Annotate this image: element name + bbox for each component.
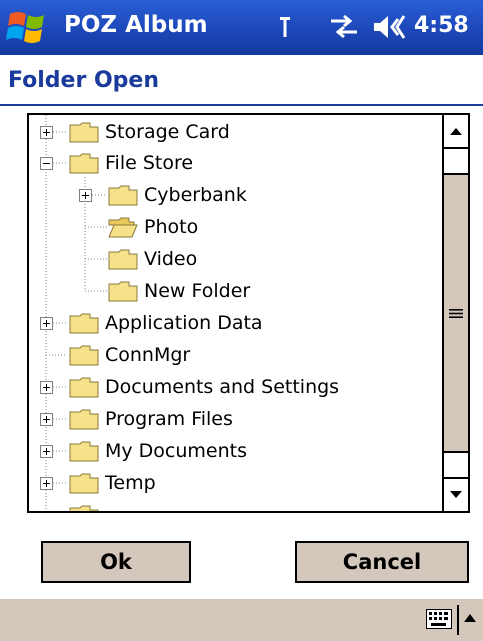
- folder-icon: [69, 409, 99, 430]
- arrow-up-icon: [450, 128, 462, 135]
- scroll-track-top[interactable]: [444, 149, 468, 175]
- volume-icon[interactable]: [372, 13, 406, 41]
- cancel-button[interactable]: Cancel: [295, 541, 469, 583]
- folder-icon: [69, 313, 99, 334]
- tree-item-my-documents[interactable]: My Documents: [69, 437, 247, 465]
- folder-icon: [108, 185, 138, 206]
- expand-toggle[interactable]: [40, 381, 53, 394]
- tree-item-label: Temp: [105, 472, 156, 494]
- signal-antenna-icon[interactable]: [279, 13, 291, 41]
- tree-item-cyberbank[interactable]: Cyberbank: [108, 181, 247, 209]
- folder-icon: [69, 377, 99, 398]
- tree-item-label: Program Files: [105, 408, 233, 430]
- tree-item-label: New Folder: [144, 280, 251, 302]
- tree-item-label: Photo: [144, 216, 199, 238]
- heading-divider: [0, 104, 483, 106]
- tree-item-partial[interactable]: [69, 501, 105, 511]
- app-title: POZ Album: [64, 12, 208, 38]
- tree-item-temp[interactable]: Temp: [69, 469, 156, 497]
- folder-icon: [69, 345, 99, 366]
- tree-item-label: Storage Card: [105, 121, 230, 143]
- title-bar: POZ Album 4:58: [0, 0, 483, 55]
- folder-icon: [69, 153, 99, 174]
- folder-icon: [69, 441, 99, 462]
- folder-icon: [108, 249, 138, 270]
- tree-item-photo[interactable]: Photo: [108, 213, 198, 241]
- expand-toggle[interactable]: [40, 126, 53, 139]
- tree-item-video[interactable]: Video: [108, 245, 197, 273]
- tree-item-label: Application Data: [105, 312, 263, 334]
- open-folder-icon: [108, 217, 138, 238]
- clock[interactable]: 4:58: [414, 13, 469, 38]
- scroll-thumb-grip-icon[interactable]: [449, 309, 463, 318]
- folder-icon: [69, 505, 99, 511]
- sip-menu-arrow-icon[interactable]: [464, 613, 476, 622]
- command-bar: [0, 599, 483, 641]
- tree-item-documents-and-settings[interactable]: Documents and Settings: [69, 373, 339, 401]
- expand-toggle[interactable]: [40, 317, 53, 330]
- expand-toggle[interactable]: [40, 477, 53, 490]
- folder-icon: [108, 281, 138, 302]
- folder-icon: [69, 122, 99, 143]
- tree-item-label: Documents and Settings: [105, 376, 340, 398]
- tree-item-label: ConnMgr: [105, 344, 191, 366]
- expand-toggle[interactable]: [40, 445, 53, 458]
- sip-divider: [457, 605, 459, 635]
- expand-toggle[interactable]: [40, 413, 53, 426]
- scroll-down-button[interactable]: [444, 477, 468, 511]
- scroll-up-button[interactable]: [444, 115, 468, 149]
- tree-item-label: Cyberbank: [144, 184, 247, 206]
- tree-item-label: My Documents: [105, 440, 248, 462]
- connectivity-icon[interactable]: [327, 13, 361, 41]
- collapse-toggle[interactable]: [40, 157, 53, 170]
- keyboard-icon[interactable]: [426, 609, 452, 629]
- tree-item-storage-card[interactable]: Storage Card: [69, 118, 230, 146]
- ok-button[interactable]: Ok: [41, 541, 191, 583]
- arrow-down-icon: [450, 491, 462, 498]
- tree-item-program-files[interactable]: Program Files: [69, 405, 233, 433]
- scroll-track-bottom[interactable]: [444, 451, 468, 479]
- tree-item-label: Video: [144, 248, 198, 270]
- vertical-scrollbar[interactable]: [442, 115, 468, 511]
- windows-start-icon[interactable]: [6, 6, 50, 48]
- expand-toggle[interactable]: [79, 189, 92, 202]
- tree-item-connmgr[interactable]: ConnMgr: [69, 341, 190, 369]
- tree-item-label: File Store: [105, 152, 194, 174]
- dialog-heading: Folder Open: [8, 68, 160, 93]
- tree-item-new-folder[interactable]: New Folder: [108, 277, 250, 305]
- tree-item-file-store[interactable]: File Store: [69, 149, 193, 177]
- folder-tree[interactable]: Storage Card File Store Cyberbank Photo …: [27, 113, 470, 513]
- folder-icon: [69, 473, 99, 494]
- tree-item-application-data[interactable]: Application Data: [69, 309, 263, 337]
